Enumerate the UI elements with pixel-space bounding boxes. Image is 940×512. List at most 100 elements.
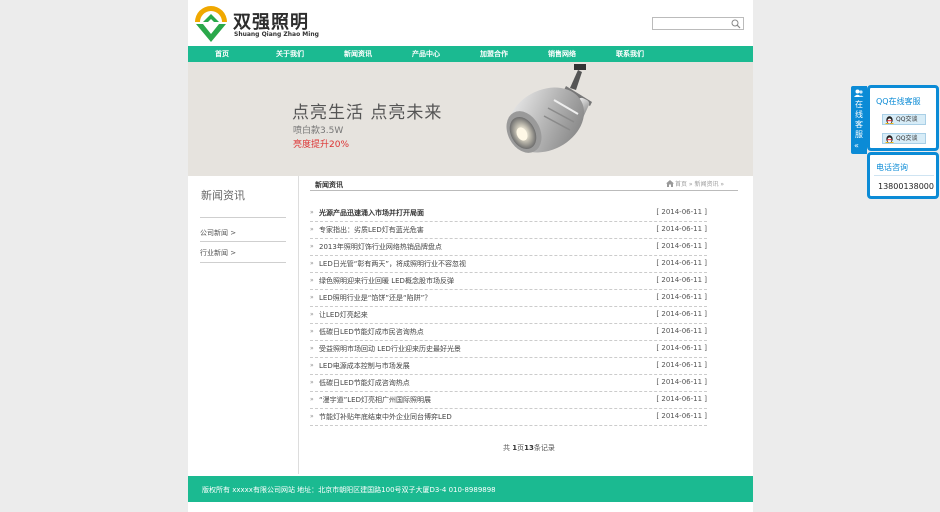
news-date: [ 2014-06-11 ]: [656, 225, 707, 233]
news-list-item[interactable]: » 绿色照明迎来行业回暖 LED概念股市场反弹 [ 2014-06-11 ]: [310, 272, 707, 290]
news-list-item[interactable]: » 低碳日LED节能灯成咨询热点 [ 2014-06-11 ]: [310, 374, 707, 392]
arrow-icon: »: [310, 311, 314, 318]
news-date: [ 2014-06-11 ]: [656, 259, 707, 267]
nav-products[interactable]: 产品中心: [392, 46, 460, 62]
news-title[interactable]: 低碳日LED节能灯成市民咨询热点: [319, 327, 424, 337]
qq-chat-button[interactable]: QQ交谈: [882, 114, 926, 125]
logo-english-name: Shuang Qiang Zhao Ming: [234, 31, 319, 38]
news-date: [ 2014-06-11 ]: [656, 310, 707, 318]
qq-chat-button[interactable]: QQ交谈: [882, 133, 926, 144]
nav-sales-network[interactable]: 销售网络: [528, 46, 596, 62]
arrow-icon: »: [310, 345, 314, 352]
news-list-item[interactable]: » “漫宇道”LED灯亮相广州国际照明展 [ 2014-06-11 ]: [310, 391, 707, 409]
banner-brightness: 亮度提升20%: [293, 140, 350, 150]
search-icon[interactable]: [731, 19, 741, 29]
arrow-icon: »: [310, 209, 314, 216]
online-service-label: 在线客服: [855, 100, 863, 139]
banner-slogan: 点亮生活 点亮未来: [292, 103, 443, 123]
news-list-item[interactable]: » 让LED灯亮起来 [ 2014-06-11 ]: [310, 306, 707, 324]
nav-contact[interactable]: 联系我们: [596, 46, 664, 62]
news-title[interactable]: 绿色照明迎来行业回暖 LED概念股市场反弹: [319, 276, 454, 286]
home-icon[interactable]: [666, 180, 674, 187]
users-icon: [854, 89, 864, 97]
nav-franchise[interactable]: 加盟合作: [460, 46, 528, 62]
news-date: [ 2014-06-11 ]: [656, 412, 707, 420]
arrow-icon: »: [310, 260, 314, 267]
sidebar-item-company-news[interactable]: 公司新闻 >: [200, 228, 236, 238]
breadcrumb-text[interactable]: 首页 » 新闻资讯 »: [675, 181, 724, 188]
phone-number[interactable]: 13800138000: [878, 182, 934, 191]
qq-service-panel: QQ在线客服 QQ交谈 QQ交谈: [867, 85, 939, 151]
sidebar-item-industry-news[interactable]: 行业新闻 >: [200, 248, 236, 258]
nav-about[interactable]: 关于我们: [256, 46, 324, 62]
arrow-icon: »: [310, 294, 314, 301]
phone-divider: [874, 175, 934, 176]
pager-total: 13: [524, 444, 534, 452]
news-list-item[interactable]: » 光源产品迅速涌入市场并打开局面 [ 2014-06-11 ]: [310, 204, 707, 222]
news-title[interactable]: 低碳日LED节能灯成咨询热点: [319, 378, 410, 388]
online-service-tab[interactable]: 在线客服 «: [851, 86, 867, 154]
banner-product-model: 喷白款3.5W: [293, 126, 344, 136]
news-date: [ 2014-06-11 ]: [656, 276, 707, 284]
news-date: [ 2014-06-11 ]: [656, 242, 707, 250]
arrow-icon: »: [310, 328, 314, 335]
arrow-icon: »: [310, 226, 314, 233]
news-list-item[interactable]: » 2013年照明灯饰行业网络热销品牌盘点 [ 2014-06-11 ]: [310, 238, 707, 256]
news-title[interactable]: “漫宇道”LED灯亮相广州国际照明展: [319, 395, 431, 405]
news-list-item[interactable]: » 专家指出：劣质LED灯有蓝光危害 [ 2014-06-11 ]: [310, 221, 707, 239]
news-list-item[interactable]: » 节能灯补贴年底结束中外企业同台博弈LED [ 2014-06-11 ]: [310, 408, 707, 426]
pager-prefix: 共: [503, 444, 510, 452]
news-title[interactable]: 2013年照明灯饰行业网络热销品牌盘点: [319, 242, 442, 252]
news-list-item[interactable]: » LED电源成本控制与市场发展 [ 2014-06-11 ]: [310, 357, 707, 375]
main-nav: 首页 关于我们 新闻资讯 产品中心 加盟合作 销售网络 联系我们: [188, 46, 753, 62]
arrow-icon: »: [310, 362, 314, 369]
content-title: 新闻资讯: [315, 181, 343, 189]
qq-penguin-icon: [885, 135, 894, 143]
qq-chat-label: QQ交谈: [896, 135, 918, 142]
news-date: [ 2014-06-11 ]: [656, 327, 707, 335]
arrow-icon: »: [310, 413, 314, 420]
logo[interactable]: 双强照明 Shuang Qiang Zhao Ming: [192, 4, 322, 44]
sidebar-divider: [200, 217, 286, 218]
collapse-arrow-icon[interactable]: «: [854, 141, 859, 150]
qq-chat-label: QQ交谈: [896, 116, 918, 123]
search-input[interactable]: [653, 18, 735, 29]
news-title[interactable]: LED日光管“彰有两天”，将成照明行业不容忽视: [319, 259, 466, 269]
pager-suffix: 条记录: [533, 444, 555, 452]
news-title[interactable]: LED照明行业是“馅饼”还是“陷阱”？: [319, 293, 431, 303]
qq-penguin-icon: [885, 116, 894, 124]
news-date: [ 2014-06-11 ]: [656, 378, 707, 386]
news-date: [ 2014-06-11 ]: [656, 293, 707, 301]
nav-news[interactable]: 新闻资讯: [324, 46, 392, 62]
hero-banner: 点亮生活 点亮未来 喷白款3.5W 亮度提升20%: [188, 62, 753, 176]
news-title[interactable]: 专家指出：劣质LED灯有蓝光危害: [319, 225, 424, 235]
arrow-icon: »: [310, 243, 314, 250]
news-list-item[interactable]: » 受益照明市场回动 LED行业迎来历史最好光景 [ 2014-06-11 ]: [310, 340, 707, 358]
footer: 版权所有 xxxxx有限公司网站 地址：北京市朝阳区建国路100号双子大厦D3-…: [188, 476, 753, 502]
news-title[interactable]: 节能灯补贴年底结束中外企业同台博弈LED: [319, 412, 452, 422]
sidebar-divider: [200, 241, 286, 242]
sidebar-title: 新闻资讯: [201, 189, 245, 202]
news-list-item[interactable]: » LED日光管“彰有两天”，将成照明行业不容忽视 [ 2014-06-11 ]: [310, 255, 707, 273]
logo-icon: [195, 6, 227, 42]
news-date: [ 2014-06-11 ]: [656, 344, 707, 352]
sidebar-divider: [200, 262, 286, 263]
news-title[interactable]: 让LED灯亮起来: [319, 310, 368, 320]
qq-service-title: QQ在线客服: [876, 97, 921, 106]
news-list-item[interactable]: » LED照明行业是“馅饼”还是“陷阱”？ [ 2014-06-11 ]: [310, 289, 707, 307]
page-container: 双强照明 Shuang Qiang Zhao Ming 首页 关于我们 新闻资讯…: [188, 0, 753, 512]
arrow-icon: »: [310, 379, 314, 386]
breadcrumb: 首页 » 新闻资讯 »: [666, 179, 724, 188]
news-list-item[interactable]: » 低碳日LED节能灯成市民咨询热点 [ 2014-06-11 ]: [310, 323, 707, 341]
news-date: [ 2014-06-11 ]: [656, 208, 707, 216]
arrow-icon: »: [310, 396, 314, 403]
news-title[interactable]: LED电源成本控制与市场发展: [319, 361, 410, 371]
nav-home[interactable]: 首页: [188, 46, 256, 62]
news-date: [ 2014-06-11 ]: [656, 395, 707, 403]
news-title[interactable]: 受益照明市场回动 LED行业迎来历史最好光景: [319, 344, 461, 354]
spotlight-lamp-image: [506, 64, 592, 153]
news-title[interactable]: 光源产品迅速涌入市场并打开局面: [319, 208, 424, 218]
sidebar: 新闻资讯 公司新闻 > 行业新闻 >: [188, 176, 298, 476]
pagination-info: 共 1页13条记录: [503, 443, 555, 453]
copyright-text: 版权所有 xxxxx有限公司网站 地址：北京市朝阳区建国路100号双子大厦D3-…: [202, 486, 496, 494]
